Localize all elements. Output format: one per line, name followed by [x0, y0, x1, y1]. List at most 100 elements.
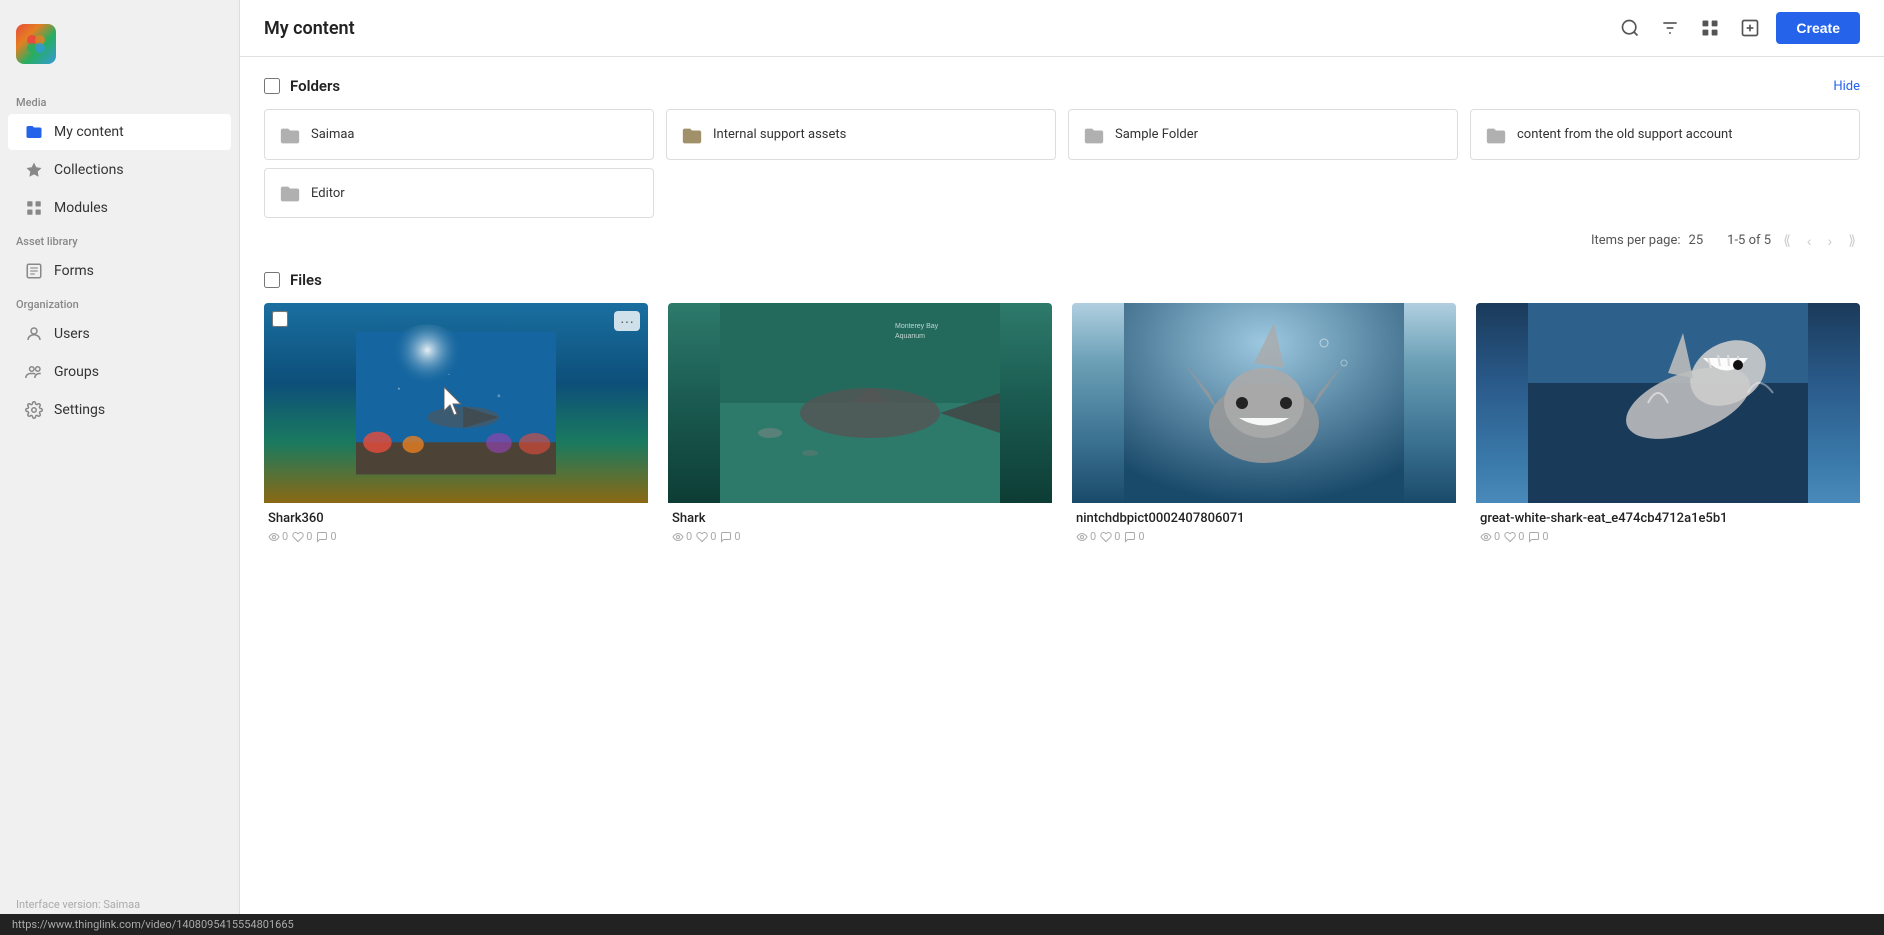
- folder-item-saimaa[interactable]: Saimaa: [264, 109, 654, 160]
- hide-folders-link[interactable]: Hide: [1833, 79, 1860, 94]
- file-name-great-white: great-white-shark-eat_e474cb4712a1e5b1: [1480, 511, 1856, 526]
- folder-name-editor: Editor: [311, 186, 345, 201]
- folders-pagination: Items per page: 25 1-5 of 5 ⟪ ‹ › ⟫: [264, 230, 1860, 251]
- file-checkbox-shark360[interactable]: [272, 311, 288, 327]
- files-grid: ··· Shark360 0: [264, 303, 1860, 547]
- folder-icon: [24, 122, 44, 142]
- pagination-prev-button[interactable]: ‹: [1803, 231, 1816, 251]
- users-icon: [24, 324, 44, 344]
- file-likes-shark: 0: [696, 530, 716, 543]
- organization-label: Organization: [0, 290, 239, 315]
- file-meta-shark360: 0 0 0: [268, 530, 644, 543]
- forms-icon: [24, 261, 44, 281]
- folder-item-old-support[interactable]: content from the old support account: [1470, 109, 1860, 160]
- file-card-shark[interactable]: Monterey Bay Aquarium Shark 0: [668, 303, 1052, 547]
- file-comments-shark: 0: [720, 530, 740, 543]
- modules-icon: [24, 198, 44, 218]
- folder-item-internal-support[interactable]: Internal support assets: [666, 109, 1056, 160]
- sidebar-item-forms[interactable]: Forms: [8, 253, 231, 289]
- file-meta-great-white: 0 0 0: [1480, 530, 1856, 543]
- sidebar-item-users[interactable]: Users: [8, 316, 231, 352]
- folders-grid-row2: Editor: [264, 168, 1860, 219]
- items-per-page-value: 25: [1689, 233, 1704, 248]
- sidebar-item-modules[interactable]: Modules: [8, 190, 231, 226]
- folders-select-all-checkbox[interactable]: [264, 78, 280, 94]
- status-url: https://www.thinglink.com/video/14080954…: [12, 918, 294, 931]
- sidebar-item-forms-label: Forms: [54, 263, 94, 279]
- folder-item-sample[interactable]: Sample Folder: [1068, 109, 1458, 160]
- file-card-overlay-1: ···: [272, 311, 640, 331]
- folders-section-header: Folders Hide: [264, 77, 1860, 95]
- settings-icon: [24, 400, 44, 420]
- file-views-nintchdb: 0: [1076, 530, 1096, 543]
- sidebar-item-users-label: Users: [54, 326, 90, 342]
- folder-icon-old-support: [1485, 122, 1507, 147]
- file-more-btn-shark360[interactable]: ···: [614, 311, 640, 331]
- groups-icon: [24, 362, 44, 382]
- file-meta-nintchdb: 0 0 0: [1076, 530, 1452, 543]
- file-card-great-white[interactable]: great-white-shark-eat_e474cb4712a1e5b1 0…: [1476, 303, 1860, 547]
- files-section-header: Files: [264, 271, 1860, 289]
- asset-library-label: Asset library: [0, 227, 239, 252]
- file-info-great-white: great-white-shark-eat_e474cb4712a1e5b1 0…: [1476, 503, 1860, 547]
- pagination-range: 1-5 of 5: [1727, 233, 1771, 248]
- main-area: My content: [240, 0, 1884, 935]
- file-comments-nintchdb: 0: [1124, 530, 1144, 543]
- sidebar: Media My content Collections Modules A: [0, 0, 240, 935]
- file-thumbnail-shark360: ···: [264, 303, 648, 503]
- file-comments-great-white: 0: [1528, 530, 1548, 543]
- main-header: My content: [240, 0, 1884, 57]
- folder-name-saimaa: Saimaa: [311, 127, 355, 142]
- files-select-all-checkbox[interactable]: [264, 272, 280, 288]
- sidebar-item-settings-label: Settings: [54, 402, 105, 418]
- file-card-shark360[interactable]: ··· Shark360 0: [264, 303, 648, 547]
- file-thumbnail-shark: Monterey Bay Aquarium: [668, 303, 1052, 503]
- star-icon: [24, 160, 44, 180]
- app-logo: [16, 24, 56, 64]
- file-views-shark360: 0: [268, 530, 288, 543]
- filter-button[interactable]: [1656, 14, 1684, 42]
- logo-area: [0, 16, 239, 88]
- folder-name-sample: Sample Folder: [1115, 127, 1198, 142]
- grid-view-button[interactable]: [1696, 14, 1724, 42]
- pagination-next-button[interactable]: ›: [1824, 231, 1837, 251]
- folders-grid-row1: Saimaa Internal support assets Sample Fo…: [264, 109, 1860, 160]
- svg-text:Monterey Bay: Monterey Bay: [895, 323, 939, 330]
- svg-text:Aquarium: Aquarium: [895, 333, 925, 340]
- sidebar-item-settings[interactable]: Settings: [8, 392, 231, 428]
- file-thumbnail-great-white: [1476, 303, 1860, 503]
- folder-name-old-support: content from the old support account: [1517, 127, 1732, 142]
- items-per-page-label: Items per page:: [1591, 233, 1681, 248]
- pagination-first-button[interactable]: ⟪: [1779, 230, 1795, 251]
- file-name-shark: Shark: [672, 511, 1048, 526]
- file-card-nintchdb[interactable]: nintchdbpict0002407806071 0 0 0: [1072, 303, 1456, 547]
- file-likes-great-white: 0: [1504, 530, 1524, 543]
- pagination-last-button[interactable]: ⟫: [1844, 230, 1860, 251]
- file-likes-shark360: 0: [292, 530, 312, 543]
- main-content: Folders Hide Saimaa Internal suppor: [240, 57, 1884, 935]
- sidebar-item-collections[interactable]: Collections: [8, 152, 231, 188]
- folder-icon-saimaa: [279, 122, 301, 147]
- header-actions: Create: [1616, 12, 1860, 44]
- folder-icon-editor: [279, 181, 301, 206]
- file-views-great-white: 0: [1480, 530, 1500, 543]
- sidebar-item-modules-label: Modules: [54, 200, 108, 216]
- sidebar-item-groups[interactable]: Groups: [8, 354, 231, 390]
- file-info-shark: Shark 0 0 0: [668, 503, 1052, 547]
- file-name-shark360: Shark360: [268, 511, 644, 526]
- file-info-nintchdb: nintchdbpict0002407806071 0 0 0: [1072, 503, 1456, 547]
- sidebar-item-collections-label: Collections: [54, 162, 124, 178]
- folder-item-editor[interactable]: Editor: [264, 168, 654, 219]
- files-section-title: Files: [290, 271, 1860, 289]
- folder-name-internal: Internal support assets: [713, 127, 846, 142]
- create-button[interactable]: Create: [1776, 12, 1860, 44]
- folder-icon-internal: [681, 122, 703, 147]
- add-button[interactable]: [1736, 14, 1764, 42]
- sidebar-item-my-content[interactable]: My content: [8, 114, 231, 150]
- folders-section-title: Folders: [290, 77, 1823, 95]
- file-comments-shark360: 0: [316, 530, 336, 543]
- file-info-shark360: Shark360 0 0 0: [264, 503, 648, 547]
- file-meta-shark: 0 0 0: [672, 530, 1048, 543]
- status-bar: https://www.thinglink.com/video/14080954…: [0, 914, 1884, 935]
- search-button[interactable]: [1616, 14, 1644, 42]
